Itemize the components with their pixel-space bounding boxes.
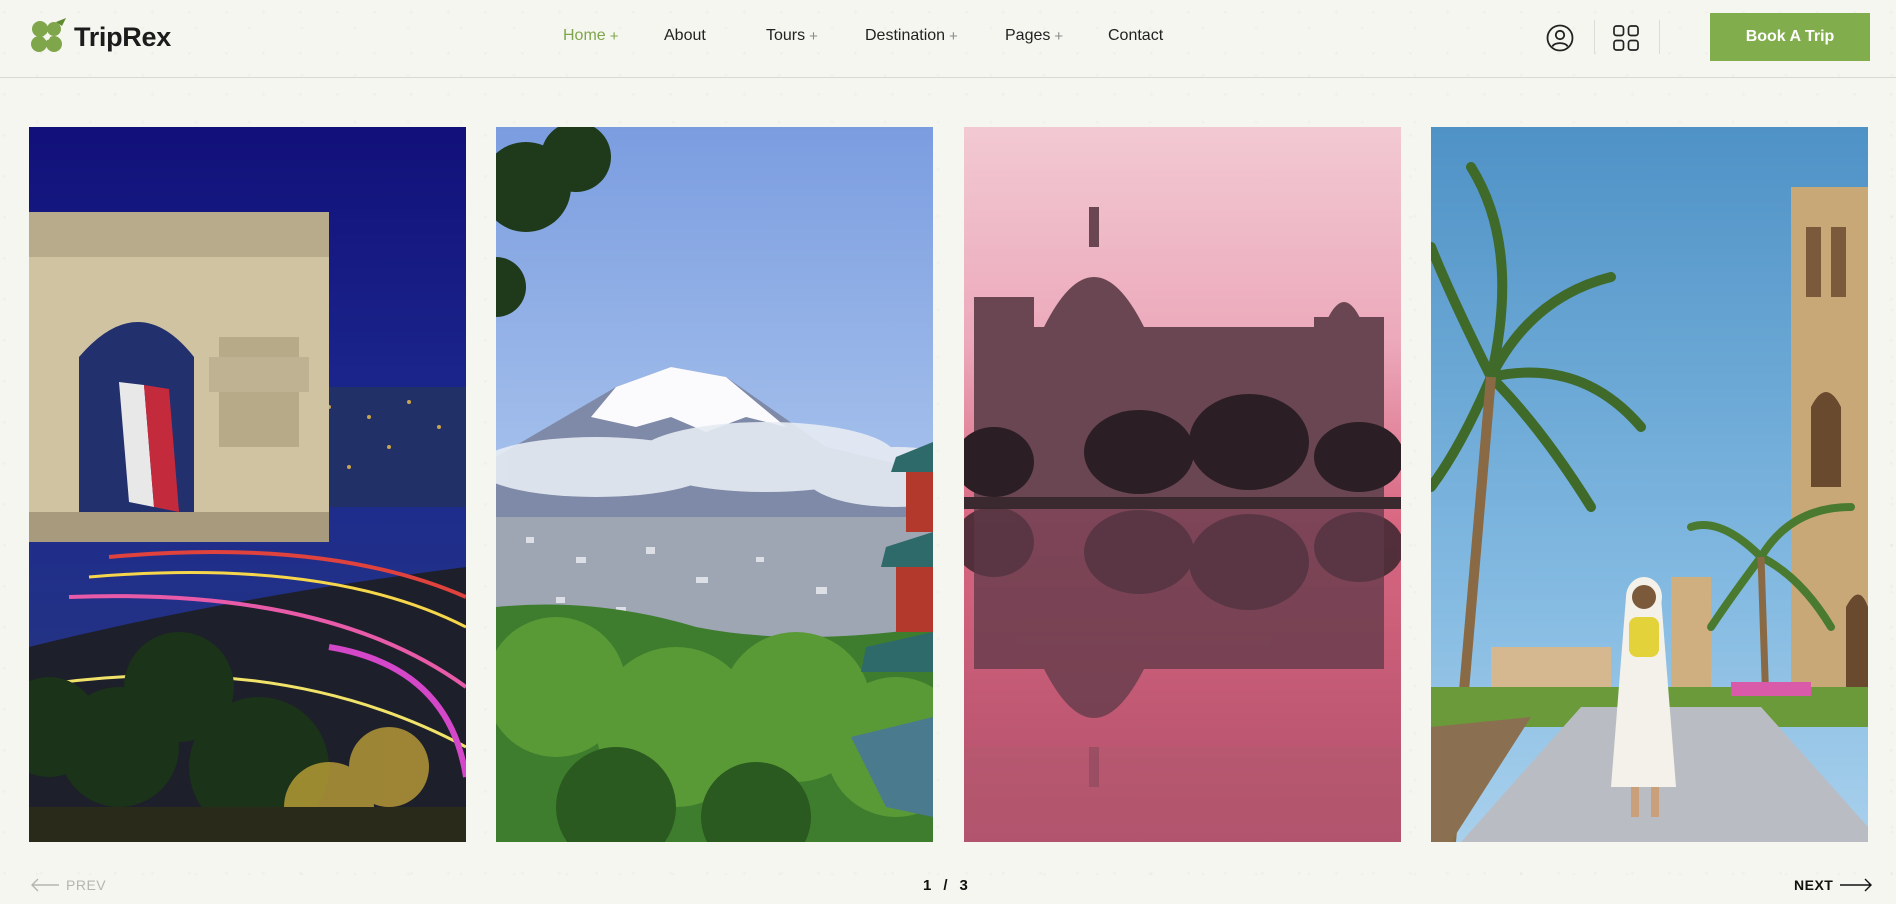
grid-menu-icon	[1613, 25, 1639, 51]
arrow-right-icon	[1840, 878, 1873, 892]
user-circle-icon	[1546, 24, 1574, 52]
plus-icon: +	[1054, 27, 1064, 45]
arc-de-triomphe-image	[29, 127, 466, 842]
destination-card[interactable]	[496, 127, 933, 842]
nav-item-home[interactable]: Home +	[563, 27, 618, 45]
clover-logo-icon	[31, 18, 66, 52]
logo[interactable]: TripRex	[26, 16, 171, 58]
header-divider	[1659, 20, 1660, 54]
book-a-trip-button[interactable]: Book A Trip	[1710, 13, 1870, 61]
dubai-walkway-image	[1431, 127, 1868, 842]
sidebar-menu-button[interactable]	[1612, 24, 1640, 52]
counter-separator: /	[943, 877, 948, 894]
brand-name: TripRex	[74, 21, 171, 52]
current-slide: 1	[923, 877, 932, 894]
nav-item-label: Pages	[1005, 27, 1051, 44]
prev-button[interactable]: PREV	[30, 877, 106, 893]
destination-card[interactable]	[29, 127, 466, 842]
total-slides: 3	[959, 877, 968, 894]
plus-icon: +	[949, 27, 958, 45]
victoria-memorial-image	[964, 127, 1401, 842]
nav-item-label: Tours	[766, 27, 806, 44]
nav-item-label: Destination	[865, 27, 946, 44]
prev-label: PREV	[66, 877, 107, 893]
destination-card[interactable]	[964, 127, 1401, 842]
header-divider	[1594, 20, 1595, 54]
nav-item-pages[interactable]: Pages +	[1005, 27, 1063, 45]
plus-icon: +	[609, 27, 619, 45]
nav-item-label: About	[664, 27, 706, 44]
next-label: NEXT	[1794, 877, 1834, 893]
site-header: TripRex Home + About Tours + Destination…	[0, 0, 1896, 78]
nav-item-tours[interactable]: Tours +	[766, 27, 818, 45]
slide-counter: 1 / 3	[923, 877, 968, 894]
mount-fuji-image	[496, 127, 933, 842]
next-button[interactable]: NEXT	[1794, 877, 1873, 893]
user-account-button[interactable]	[1545, 23, 1575, 53]
nav-item-label: Home	[563, 27, 606, 44]
plus-icon: +	[809, 27, 818, 45]
nav-item-about[interactable]: About	[664, 27, 706, 45]
nav-item-label: Contact	[1108, 27, 1164, 44]
nav-item-contact[interactable]: Contact	[1108, 27, 1163, 45]
nav-item-destination[interactable]: Destination +	[865, 27, 958, 45]
arrow-left-icon	[31, 878, 59, 892]
destination-card[interactable]	[1431, 127, 1868, 842]
